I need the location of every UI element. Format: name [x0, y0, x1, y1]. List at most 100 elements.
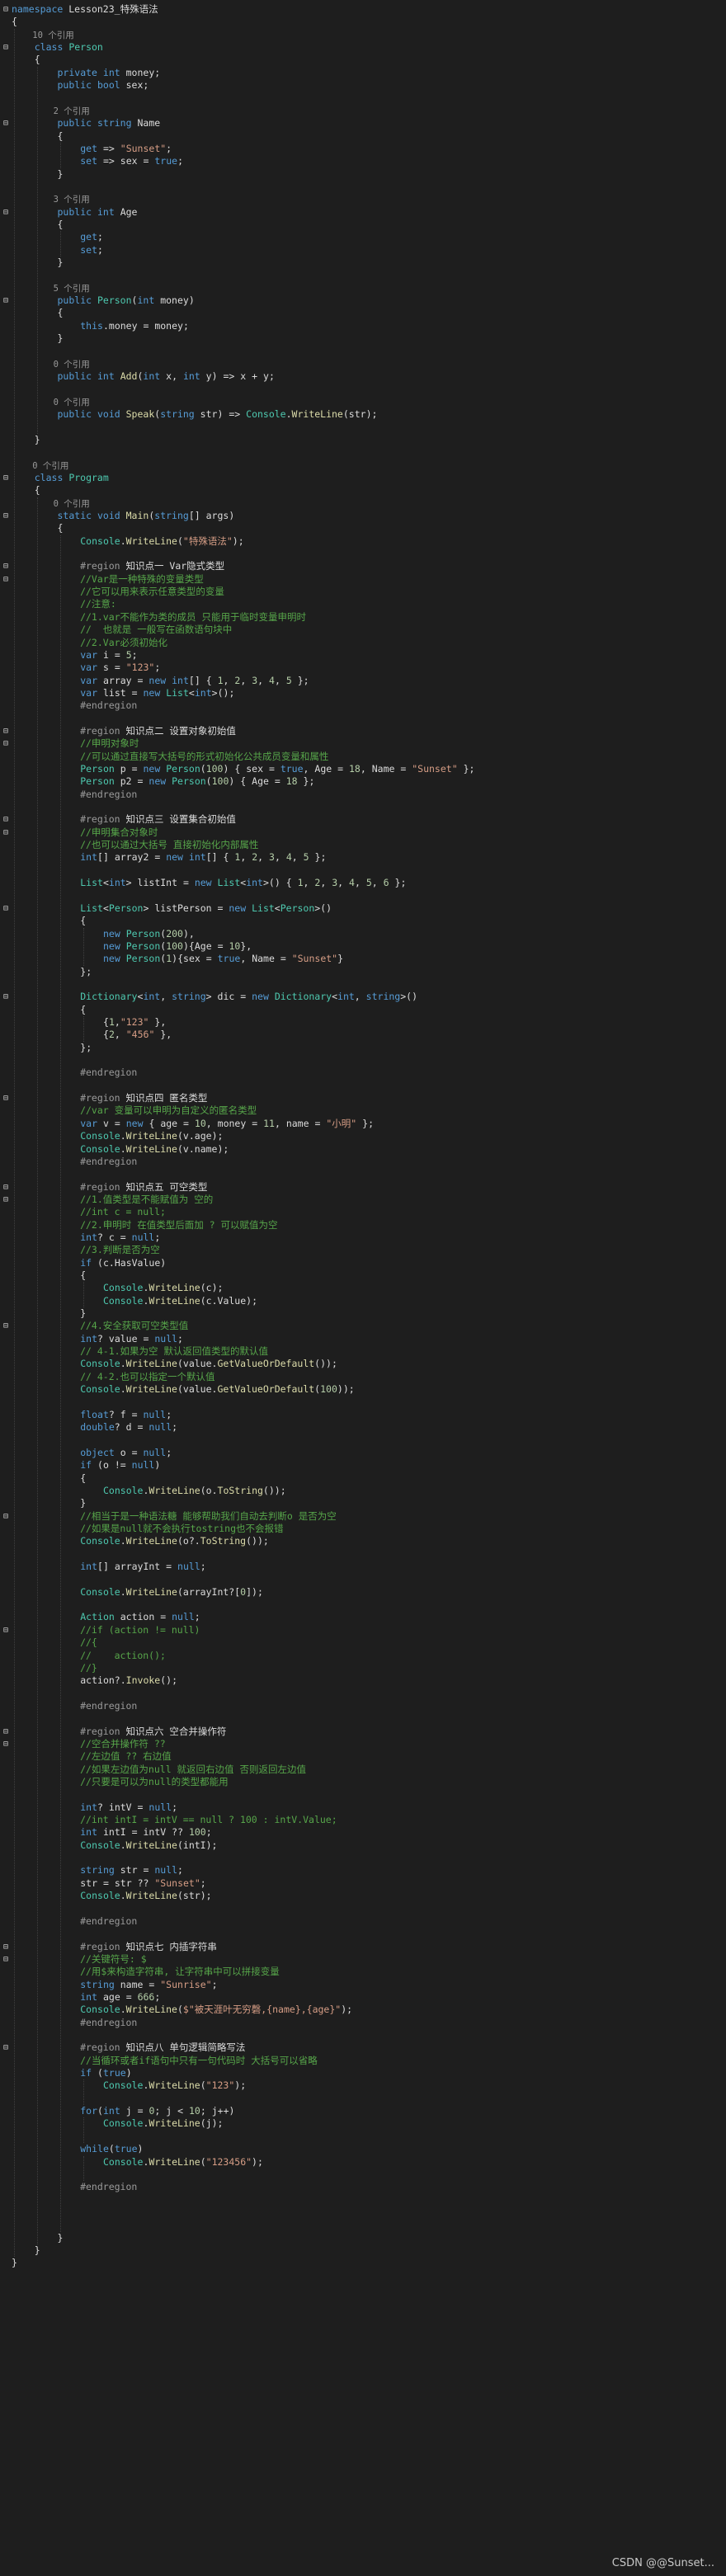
code-line[interactable]: Console.WriteLine(arrayInt?[0]); — [0, 1586, 710, 1599]
codelens-reference[interactable]: 2 个引用 — [0, 105, 710, 117]
code-comment-line[interactable]: //2.申明时 在值类型后面加 ? 可以赋值为空 — [0, 1219, 710, 1231]
code-line[interactable]: int intI = intV ?? 100; — [0, 1826, 710, 1839]
code-line[interactable]: public void Speak(string str) => Console… — [0, 408, 710, 421]
code-line[interactable]: string name = "Sunrise"; — [0, 1979, 710, 1991]
fold-toggle-icon[interactable]: ⊟ — [3, 41, 12, 54]
fold-toggle-icon[interactable]: ⊟ — [3, 1941, 12, 1953]
code-line[interactable]: Console.WriteLine(value.GetValueOrDefaul… — [0, 1383, 710, 1396]
code-comment-line[interactable]: //2.Var必须初始化 — [0, 637, 710, 649]
code-line[interactable]: } — [0, 257, 710, 269]
code-line[interactable] — [0, 1054, 710, 1067]
code-line[interactable]: } — [0, 2244, 710, 2257]
code-line[interactable] — [0, 1548, 710, 1561]
fold-toggle-icon[interactable]: ⊟ — [3, 3, 12, 16]
code-line[interactable] — [0, 801, 710, 813]
code-comment-line[interactable]: //只要是可以为null的类型都能用 — [0, 1776, 710, 1788]
code-line[interactable] — [0, 1852, 710, 1864]
code-line[interactable]: Console.WriteLine("特殊语法"); — [0, 535, 710, 548]
code-line[interactable] — [0, 1434, 710, 1447]
code-line[interactable] — [0, 1712, 710, 1725]
fold-toggle-icon[interactable]: ⊟ — [3, 991, 12, 1003]
code-line[interactable]: ⊟ namespace Lesson23_特殊语法 — [0, 3, 710, 16]
code-line[interactable]: get; — [0, 231, 710, 243]
code-comment-line[interactable]: ⊟ //1.值类型是不能赋值为 空的 — [0, 1194, 710, 1206]
code-line[interactable]: }; — [0, 1042, 710, 1054]
code-comment-line[interactable]: ⊟ //if (action != null) — [0, 1624, 710, 1636]
fold-toggle-icon[interactable]: ⊟ — [3, 1320, 12, 1332]
code-line[interactable]: this.money = money; — [0, 320, 710, 332]
code-line[interactable]: ⊟ public string Name — [0, 117, 710, 130]
fold-toggle-icon[interactable]: ⊟ — [3, 206, 12, 219]
code-comment-line[interactable]: //1.var不能作为类的成员 只能用于临时变量申明时 — [0, 611, 710, 624]
code-line[interactable]: new Person(200), — [0, 928, 710, 940]
code-line[interactable]: }; — [0, 966, 710, 978]
code-line[interactable]: int[] array2 = new int[] { 1, 2, 3, 4, 5… — [0, 851, 710, 864]
code-comment-line[interactable]: // 也就是 一般写在函数语句块中 — [0, 624, 710, 636]
region-directive-line[interactable]: ⊟ #region 知识点三 设置集合初始值 — [0, 813, 710, 826]
code-line[interactable]: Console.WriteLine(v.name); — [0, 1143, 710, 1156]
region-directive-line[interactable]: #endregion — [0, 699, 710, 712]
code-line[interactable] — [0, 1903, 710, 1915]
code-line[interactable]: { — [0, 54, 710, 66]
code-line[interactable]: private int money; — [0, 67, 710, 79]
code-line[interactable] — [0, 548, 710, 560]
code-line[interactable]: {1,"123" }, — [0, 1016, 710, 1029]
code-line[interactable]: Console.WriteLine(v.age); — [0, 1130, 710, 1142]
code-line[interactable]: double? d = null; — [0, 1421, 710, 1434]
code-line[interactable]: { — [0, 16, 710, 28]
code-comment-line[interactable]: //也可以通过大括号 直接初始化内部属性 — [0, 839, 710, 851]
code-line[interactable]: float? f = null; — [0, 1409, 710, 1421]
code-line[interactable] — [0, 713, 710, 725]
code-comment-line[interactable]: ⊟ //相当于是一种语法糖 能够帮助我们自动去判断o 是否为空 — [0, 1510, 710, 1523]
code-line[interactable]: ⊟ public Person(int money) — [0, 294, 710, 307]
code-editor[interactable]: ⊟ namespace Lesson23_特殊语法{ 10 个引用 ⊟ class … — [0, 0, 726, 2576]
code-line[interactable]: ⊟ Dictionary<int, string> dic = new Dict… — [0, 991, 710, 1003]
code-line[interactable] — [0, 1573, 710, 1585]
code-line[interactable] — [0, 978, 710, 991]
code-line[interactable]: { — [0, 219, 710, 231]
code-line[interactable] — [0, 1396, 710, 1409]
code-line[interactable]: { — [0, 1269, 710, 1282]
code-line[interactable]: int age = 666; — [0, 1991, 710, 2004]
code-line[interactable]: if (o != null) — [0, 1459, 710, 1472]
code-comment-line[interactable]: ⊟ //关键符号: $ — [0, 1953, 710, 1966]
fold-toggle-icon[interactable]: ⊟ — [3, 2041, 12, 2054]
region-directive-line[interactable]: ⊟ #region 知识点六 空合并操作符 — [0, 1726, 710, 1738]
code-line[interactable]: object o = null; — [0, 1447, 710, 1459]
region-directive-line[interactable]: ⊟ #region 知识点五 可空类型 — [0, 1181, 710, 1194]
region-directive-line[interactable]: #endregion — [0, 2181, 710, 2193]
code-line[interactable]: List<int> listInt = new List<int>() { 1,… — [0, 877, 710, 889]
code-line[interactable]: {2, "456" }, — [0, 1029, 710, 1041]
code-line[interactable]: var i = 5; — [0, 649, 710, 662]
fold-toggle-icon[interactable]: ⊟ — [3, 117, 12, 130]
code-line[interactable]: Person p = new Person(100) { sex = true,… — [0, 763, 710, 775]
code-comment-line[interactable]: //当循环或者if语句中只有一句代码时 大括号可以省略 — [0, 2055, 710, 2067]
code-line[interactable]: } — [0, 434, 710, 446]
region-directive-line[interactable]: ⊟ #region 知识点七 内插字符串 — [0, 1941, 710, 1953]
code-line[interactable]: if (c.HasValue) — [0, 1257, 710, 1269]
fold-toggle-icon[interactable]: ⊟ — [3, 737, 12, 750]
fold-toggle-icon[interactable]: ⊟ — [3, 1194, 12, 1206]
code-line[interactable] — [0, 1599, 710, 1611]
code-comment-line[interactable]: //左边值 ?? 右边值 — [0, 1750, 710, 1763]
code-line[interactable]: get => "Sunset"; — [0, 143, 710, 155]
code-comment-line[interactable]: ⊟ //申明集合对象时 — [0, 826, 710, 839]
codelens-reference[interactable]: 5 个引用 — [0, 282, 710, 294]
code-comment-line[interactable]: ⊟ //申明对象时 — [0, 737, 710, 750]
code-line[interactable] — [0, 2194, 710, 2206]
code-line[interactable]: ⊟ class Person — [0, 41, 710, 54]
code-line[interactable] — [0, 864, 710, 877]
codelens-reference[interactable]: 0 个引用 — [0, 358, 710, 370]
fold-toggle-icon[interactable]: ⊟ — [3, 1181, 12, 1194]
code-line[interactable] — [0, 1788, 710, 1801]
code-comment-line[interactable]: //它可以用来表示任意类型的变量 — [0, 586, 710, 598]
code-line[interactable]: set; — [0, 244, 710, 257]
code-line[interactable] — [0, 269, 710, 281]
fold-toggle-icon[interactable]: ⊟ — [3, 1624, 12, 1636]
code-line[interactable]: str = str ?? "Sunset"; — [0, 1877, 710, 1890]
fold-toggle-icon[interactable]: ⊟ — [3, 902, 12, 915]
code-line[interactable] — [0, 2169, 710, 2181]
code-line[interactable]: } — [0, 2232, 710, 2244]
fold-toggle-icon[interactable]: ⊟ — [3, 1738, 12, 1750]
code-line[interactable]: ⊟ List<Person> listPerson = new List<Per… — [0, 902, 710, 915]
